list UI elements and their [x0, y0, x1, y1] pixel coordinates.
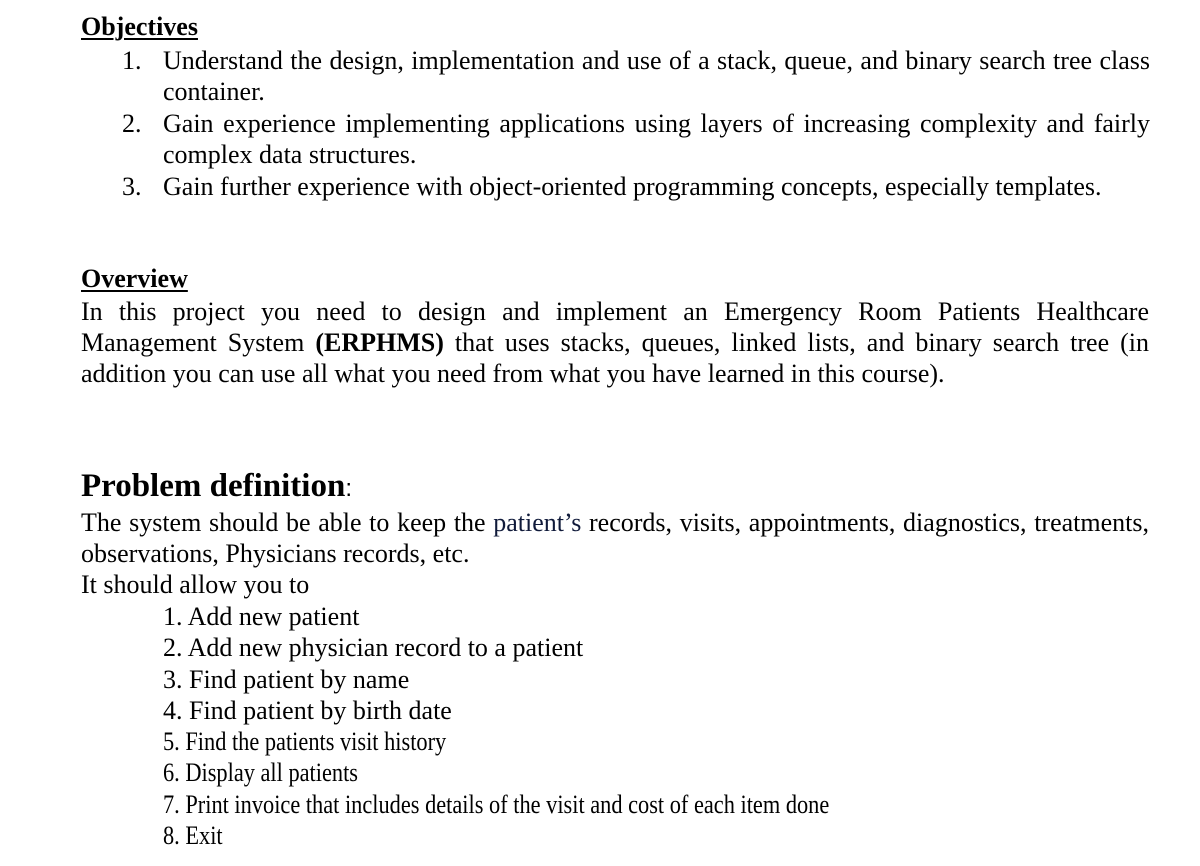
objectives-heading: Objectives — [81, 12, 198, 41]
objective-number: 1. — [122, 46, 142, 75]
feature-item: 1. Add new patient — [163, 601, 938, 632]
feature-item: 8. Exit — [163, 820, 829, 851]
feature-text: Add new physician record to a patient — [187, 633, 584, 663]
feature-text: Find patient by birth date — [189, 695, 452, 725]
feature-number: 3. — [163, 664, 183, 694]
feature-number: 2. — [163, 633, 183, 663]
objective-text: Understand the design, implementation an… — [163, 46, 1150, 106]
problem-definition-paragraph: The system should be able to keep the pa… — [81, 507, 1149, 569]
feature-item: 4. Find patient by birth date — [163, 695, 938, 726]
feature-text: Display all patients — [185, 758, 359, 788]
problem-definition-title: Problem definition — [81, 468, 346, 504]
problem-intro: It should allow you to — [81, 570, 310, 599]
feature-number: 5. — [163, 727, 180, 757]
overview-paragraph: In this project you need to design and i… — [81, 296, 1149, 389]
feature-number: 6. — [163, 758, 180, 788]
feature-number: 7. — [163, 789, 180, 819]
feature-text: Exit — [185, 821, 223, 851]
document-page: Objectives 1. Understand the design, imp… — [0, 0, 1200, 866]
feature-item: 7. Print invoice that includes details o… — [163, 789, 829, 820]
objectives-list: 1. Understand the design, implementation… — [122, 45, 1150, 203]
feature-text: Add new patient — [187, 602, 360, 631]
objective-text: Gain further experience with object-orie… — [163, 172, 1102, 201]
feature-item: 2. Add new physician record to a patient — [163, 632, 938, 663]
objective-item: 3. Gain further experience with object-o… — [122, 171, 1150, 202]
feature-text: Find the patients visit history — [185, 727, 447, 757]
feature-number: 1. — [163, 602, 183, 631]
overview-acronym: (ERPHMS) — [315, 328, 444, 357]
feature-item: 3. Find patient by name — [163, 664, 938, 695]
feature-text: Find patient by name — [189, 664, 410, 694]
feature-text: Print invoice that includes details of t… — [185, 789, 830, 819]
overview-heading: Overview — [81, 264, 188, 293]
feature-item: 6. Display all patients — [163, 757, 829, 788]
problem-highlighted-word: patient’s — [493, 508, 582, 537]
objective-item: 2. Gain experience implementing applicat… — [122, 108, 1150, 170]
feature-number: 4. — [163, 695, 183, 725]
feature-item: 5. Find the patients visit history — [163, 726, 829, 757]
feature-list: 1. Add new patient 2. Add new physician … — [163, 601, 938, 851]
objective-text: Gain experience implementing application… — [163, 109, 1150, 169]
objective-item: 1. Understand the design, implementation… — [122, 45, 1150, 107]
problem-definition-colon: : — [345, 475, 352, 502]
feature-number: 8. — [163, 821, 180, 851]
problem-definition-heading: Problem definition: — [81, 466, 352, 509]
problem-text-before: The system should be able to keep the — [81, 508, 494, 537]
objective-number: 3. — [122, 172, 142, 201]
objective-number: 2. — [122, 109, 142, 138]
